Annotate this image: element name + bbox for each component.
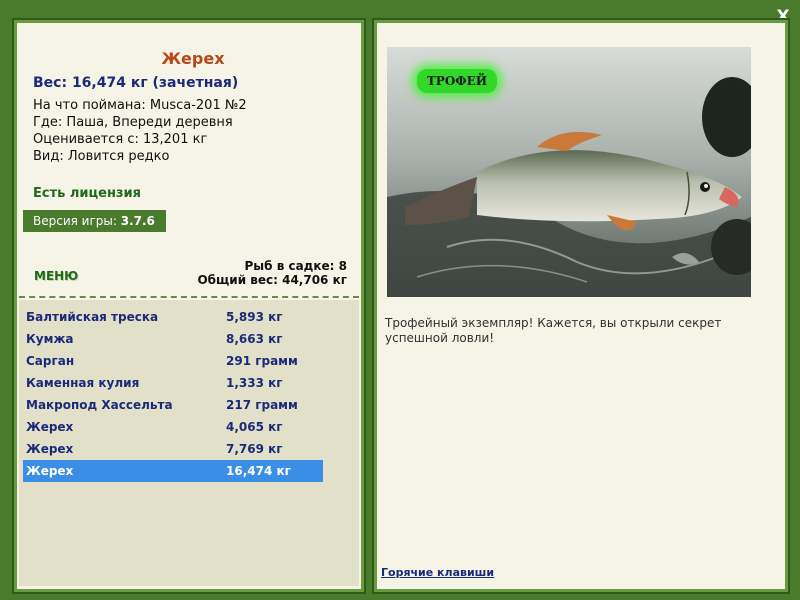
cage-stats: Рыб в садке: 8 Общий вес: 44,706 кг	[197, 259, 347, 287]
fish-details: Жерех Вес: 16,474 кг (зачетная) На что п…	[19, 25, 359, 295]
catch-row[interactable]: Макропод Хассельта 217 грамм	[23, 394, 323, 416]
divider	[19, 296, 359, 298]
catch-name: Сарган	[26, 354, 75, 368]
catch-weight: 16,474 кг	[226, 464, 291, 478]
catch-row[interactable]: Сарган 291 грамм	[23, 350, 323, 372]
game-version: Версия игры: 3.7.6	[23, 210, 166, 232]
catch-weight: 7,769 кг	[226, 442, 283, 456]
catch-name: Жерех	[26, 464, 74, 478]
catch-name: Жерех	[26, 442, 74, 456]
fish-rarity: Вид: Ловится редко	[33, 149, 170, 164]
catch-name: Макропод Хассельта	[26, 398, 173, 412]
fish-location: Где: Паша, Впереди деревня	[33, 115, 233, 130]
trophy-panel: ТРОФЕЙ Трофейный экземпляр! Кажется, вы …	[372, 18, 790, 594]
menu-button[interactable]: МЕНЮ	[34, 269, 78, 283]
catch-name: Балтийская треска	[26, 310, 159, 324]
catch-weight: 291 грамм	[226, 354, 298, 368]
fish-info-panel: Жерех Вес: 16,474 кг (зачетная) На что п…	[12, 18, 366, 594]
cage-count: Рыб в садке: 8	[244, 259, 348, 273]
trophy-description: Трофейный экземпляр! Кажется, вы открыли…	[385, 316, 722, 345]
catch-row[interactable]: Жерех 16,474 кг	[23, 460, 323, 482]
fish-title: Жерех	[161, 49, 225, 68]
catch-row[interactable]: Жерех 4,065 кг	[23, 416, 323, 438]
version-label: Версия игры:	[33, 214, 117, 228]
catch-row[interactable]: Каменная кулия 1,333 кг	[23, 372, 323, 394]
cage-total-weight: Общий вес: 44,706 кг	[197, 273, 347, 287]
fish-photo: ТРОФЕЙ	[387, 47, 751, 297]
fish-weight: Вес: 16,474 кг (зачетная)	[33, 75, 239, 91]
license-status: Есть лицензия	[33, 186, 141, 201]
fish-bait: На что поймана: Musca-201 №2	[33, 98, 247, 113]
version-value: 3.7.6	[120, 214, 155, 228]
catch-list: Балтийская треска 5,893 кг Кумжа 8,663 кг Са…	[19, 300, 359, 586]
catch-weight: 5,893 кг	[226, 310, 283, 324]
fish-trophy-threshold: Оценивается с: 13,201 кг	[33, 132, 208, 147]
catch-weight: 8,663 кг	[226, 332, 283, 346]
catch-row[interactable]: Жерех 7,769 кг	[23, 438, 323, 460]
catch-row[interactable]: Балтийская треска 5,893 кг	[23, 306, 323, 328]
catch-name: Жерех	[26, 420, 74, 434]
catch-row[interactable]: Кумжа 8,663 кг	[23, 328, 323, 350]
catch-weight: 4,065 кг	[226, 420, 283, 434]
hotkeys-link[interactable]: Горячие клавиши	[381, 566, 494, 579]
catch-weight: 1,333 кг	[226, 376, 283, 390]
catch-weight: 217 грамм	[226, 398, 298, 412]
trophy-badge: ТРОФЕЙ	[417, 69, 497, 93]
catch-name: Кумжа	[26, 332, 74, 346]
catch-name: Каменная кулия	[26, 376, 140, 390]
